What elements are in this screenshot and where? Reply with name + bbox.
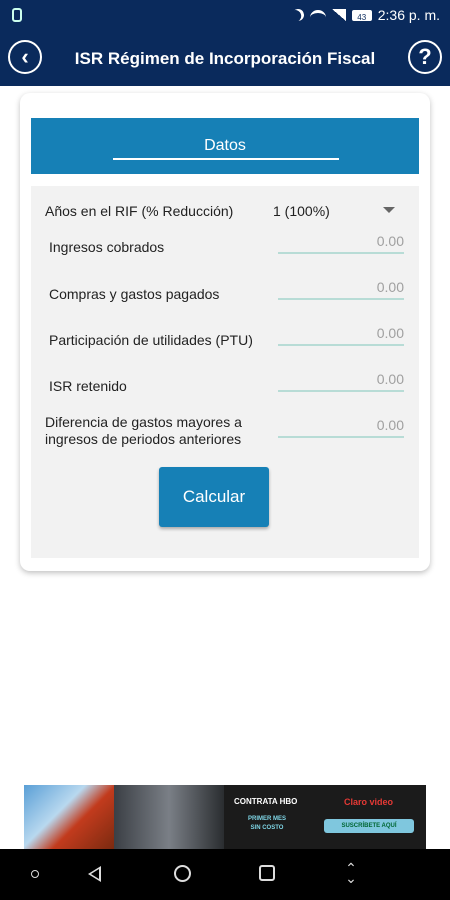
ad-contract-text: CONTRATA HBO xyxy=(234,797,298,806)
nav-home-icon[interactable] xyxy=(174,865,191,882)
lock-icon xyxy=(12,8,22,22)
ad-image-series xyxy=(114,785,224,849)
back-button[interactable]: ‹ xyxy=(8,40,42,74)
years-row[interactable]: Años en el RIF (% Reducción) 1 (100%) xyxy=(31,186,419,230)
field-label: ISR retenido xyxy=(49,378,127,394)
nav-dot-icon[interactable] xyxy=(31,870,39,878)
status-time: 2:36 p. m. xyxy=(377,7,440,23)
nav-hide-icon[interactable]: ⌃ ⌄ xyxy=(344,861,358,885)
help-button[interactable]: ? xyxy=(408,40,442,74)
ad-offer-line: PRIMER MES xyxy=(248,816,287,822)
tab-bar: Datos xyxy=(31,118,419,174)
nav-back-icon[interactable] xyxy=(88,866,101,882)
do-not-disturb-icon xyxy=(290,7,305,22)
nav-recents-icon[interactable] xyxy=(259,865,275,881)
field-label: Compras y gastos pagados xyxy=(49,286,220,302)
tab-indicator xyxy=(113,158,339,160)
field-row: Compras y gastos pagados xyxy=(31,276,419,322)
chevron-left-icon: ‹ xyxy=(21,44,29,69)
years-select[interactable]: 1 (100%) xyxy=(273,203,330,219)
ingresos-cobrados-input[interactable] xyxy=(278,230,404,254)
field-label-line: Diferencia de gastos mayores a xyxy=(45,414,242,430)
calcular-button[interactable]: Calcular xyxy=(159,467,269,527)
signal-icon xyxy=(331,9,346,21)
app-header: ‹ ISR Régimen de Incorporación Fiscal ? xyxy=(0,32,450,86)
ad-image-cars xyxy=(24,785,114,849)
help-icon: ? xyxy=(418,44,432,69)
field-row: Ingresos cobrados xyxy=(31,230,419,276)
status-indicators: 43 2:36 p. m. xyxy=(292,7,440,23)
compras-gastos-input[interactable] xyxy=(278,276,404,300)
form-card: Datos Años en el RIF (% Reducción) 1 (10… xyxy=(20,93,430,571)
wifi-icon xyxy=(309,9,326,25)
ad-banner[interactable]: CONTRATA HBO PRIMER MES SIN COSTO Claro … xyxy=(24,785,426,849)
tab-datos[interactable]: Datos xyxy=(31,137,419,155)
field-label-line: ingresos de periodos anteriores xyxy=(45,431,242,447)
years-label: Años en el RIF (% Reducción) xyxy=(45,203,234,219)
status-bar: 43 2:36 p. m. xyxy=(0,0,450,32)
field-label: Participación de utilidades (PTU) xyxy=(49,332,253,348)
ad-offer-line: SIN COSTO xyxy=(250,825,284,831)
ptu-input[interactable] xyxy=(278,322,404,346)
field-row: ISR retenido xyxy=(31,368,419,414)
ad-brand: Claro video xyxy=(344,797,394,807)
field-row: Diferencia de gastos mayores a ingresos … xyxy=(31,414,419,474)
battery-icon: 43 xyxy=(351,9,372,22)
page-title: ISR Régimen de Incorporación Fiscal xyxy=(74,49,376,68)
dropdown-arrow-icon[interactable] xyxy=(383,207,395,213)
system-nav-bar: ⌃ ⌄ xyxy=(0,849,450,900)
ad-subscribe-button[interactable]: SUSCRÍBETE AQUÍ xyxy=(324,819,414,833)
isr-retenido-input[interactable] xyxy=(278,368,404,392)
field-row: Participación de utilidades (PTU) xyxy=(31,322,419,368)
field-label: Ingresos cobrados xyxy=(49,239,165,255)
diferencia-gastos-input[interactable] xyxy=(278,414,404,438)
field-label: Diferencia de gastos mayores a ingresos … xyxy=(45,414,242,448)
ad-offer-text: PRIMER MES SIN COSTO xyxy=(248,815,286,833)
